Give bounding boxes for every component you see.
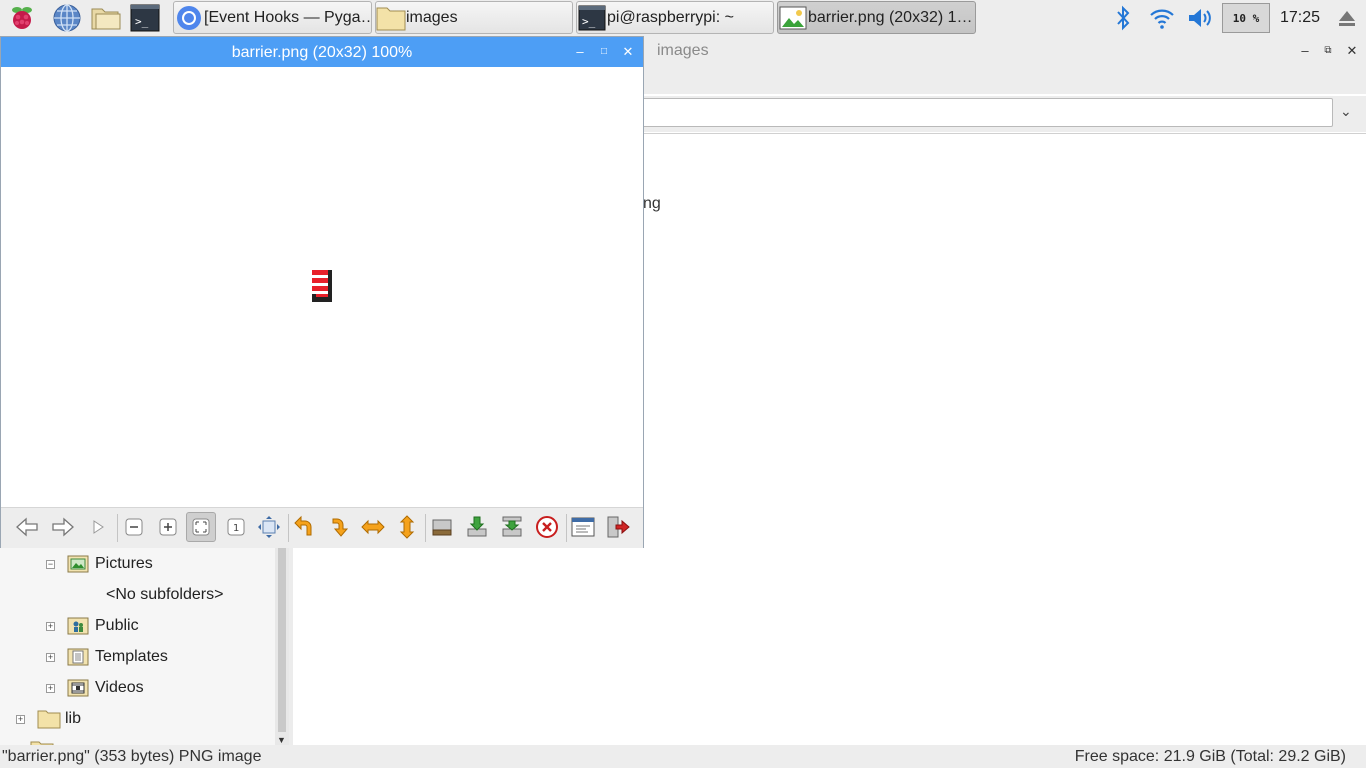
cpu-monitor[interactable]: 10 %	[1222, 3, 1270, 33]
tree-scrollbar[interactable]: ▼	[275, 548, 289, 745]
tree-item-label: <No subfolders>	[106, 586, 224, 603]
bluetooth-icon[interactable]	[1110, 3, 1136, 33]
rotate-left-icon[interactable]	[290, 512, 320, 542]
task-label: barrier.png (20x32) 1…	[808, 8, 973, 26]
minimize-icon[interactable]: –	[1298, 44, 1312, 58]
task-image-viewer[interactable]: barrier.png (20x32) 1…	[777, 1, 976, 34]
status-free-space: Free space: 21.9 GiB (Total: 29.2 GiB)	[1074, 748, 1346, 765]
delete-icon[interactable]	[532, 512, 562, 542]
expand-icon[interactable]: +	[46, 652, 55, 662]
zoom-fit-icon[interactable]	[186, 512, 216, 542]
tree-item-label: Public	[95, 617, 139, 634]
tree-item-partial[interactable]	[30, 737, 58, 745]
barrier-image	[312, 270, 332, 302]
preferences-icon[interactable]	[568, 512, 598, 542]
chromium-icon	[174, 3, 204, 33]
task-label: images	[406, 8, 458, 26]
svg-text:>_: >_	[582, 15, 596, 28]
web-browser-icon[interactable]	[52, 3, 82, 33]
tree-item-pictures[interactable]: − Pictures	[46, 551, 153, 577]
tree-item-label: lib	[65, 710, 82, 727]
close-icon[interactable]: ✕	[1345, 44, 1359, 58]
path-input[interactable]	[639, 98, 1333, 127]
task-folder-images[interactable]: images	[375, 1, 573, 34]
flip-vertical-icon[interactable]	[392, 512, 422, 542]
terminal-icon[interactable]: >_	[130, 3, 160, 33]
folder-tree[interactable]: − Pictures <No subfolders> + Public + Te…	[0, 548, 275, 745]
clock[interactable]: 17:25	[1280, 9, 1320, 27]
eject-icon[interactable]	[1334, 3, 1360, 33]
expand-icon[interactable]: +	[46, 683, 55, 693]
image-viewer-icon	[778, 3, 808, 33]
task-label: [Event Hooks — Pyga…	[204, 8, 371, 26]
tree-item-label: Pictures	[95, 555, 153, 572]
tree-item-lib[interactable]: + lib	[16, 706, 81, 732]
tree-item-templates[interactable]: + Templates	[46, 644, 168, 670]
task-browser[interactable]: [Event Hooks — Pyga…	[173, 1, 372, 34]
window-title: barrier.png (20x32) 100%	[231, 44, 413, 61]
window-title: images	[657, 42, 709, 59]
zoom-out-icon[interactable]	[119, 512, 149, 542]
file-list[interactable]	[643, 133, 1366, 746]
terminal-icon: >_	[577, 3, 607, 33]
open-file-icon[interactable]	[427, 512, 457, 542]
tree-item-videos[interactable]: + Videos	[46, 675, 144, 701]
tree-item-no-subfolders: <No subfolders>	[106, 582, 223, 608]
file-manager-menubar	[643, 66, 1366, 94]
public-folder-icon	[67, 616, 89, 636]
minimize-icon[interactable]: –	[573, 45, 587, 59]
close-icon[interactable]: ✕	[621, 45, 635, 59]
scroll-down-icon[interactable]: ▼	[277, 735, 286, 745]
volume-icon[interactable]	[1185, 3, 1215, 33]
restore-icon[interactable]: ⧉	[1321, 44, 1335, 58]
original-size-icon[interactable]: 1	[221, 512, 251, 542]
next-icon[interactable]	[48, 512, 78, 542]
task-label: pi@raspberrypi: ~	[607, 8, 734, 26]
image-viewer-window: barrier.png (20x32) 100% – □ ✕ 1	[0, 36, 644, 548]
flip-horizontal-icon[interactable]	[358, 512, 388, 542]
expand-icon[interactable]: +	[46, 621, 55, 631]
task-terminal[interactable]: >_ pi@raspberrypi: ~	[576, 1, 774, 34]
status-selection-info: "barrier.png" (353 bytes) PNG image	[2, 748, 262, 765]
file-item-label[interactable]: ng	[643, 195, 661, 213]
previous-icon[interactable]	[12, 512, 42, 542]
maximize-icon[interactable]: □	[597, 45, 611, 59]
path-bar: ⌄	[639, 96, 1366, 132]
taskbar: >_ [Event Hooks — Pyga… images >_ pi@ras…	[0, 0, 1366, 37]
tree-item-public[interactable]: + Public	[46, 613, 139, 639]
templates-folder-icon	[67, 647, 89, 667]
svg-text:>_: >_	[135, 15, 149, 28]
chevron-down-icon[interactable]: ⌄	[1340, 103, 1352, 120]
save-as-icon[interactable]	[497, 512, 527, 542]
slideshow-icon[interactable]	[83, 512, 113, 542]
folder-icon	[37, 709, 61, 729]
raspberry-menu-icon[interactable]	[7, 3, 37, 33]
cpu-usage-label: 10 %	[1232, 11, 1260, 25]
file-manager-titlebar[interactable]: images – ⧉ ✕	[643, 36, 1366, 66]
save-file-icon[interactable]	[462, 512, 492, 542]
image-canvas[interactable]	[1, 67, 643, 507]
videos-folder-icon	[67, 678, 89, 698]
tree-item-label: Templates	[95, 648, 168, 665]
pictures-folder-icon	[67, 554, 89, 574]
zoom-in-icon[interactable]	[153, 512, 183, 542]
file-manager-icon[interactable]	[90, 3, 121, 33]
fullscreen-icon[interactable]	[254, 512, 284, 542]
expand-icon[interactable]: +	[16, 714, 25, 724]
rotate-right-icon[interactable]	[324, 512, 354, 542]
svg-text:1: 1	[233, 523, 239, 534]
scrollbar-thumb[interactable]	[278, 548, 286, 732]
exit-icon[interactable]	[603, 512, 633, 542]
tree-item-label: Videos	[95, 679, 144, 696]
image-viewer-titlebar[interactable]: barrier.png (20x32) 100% – □ ✕	[1, 37, 643, 67]
image-viewer-toolbar: 1	[1, 507, 643, 548]
pane-divider[interactable]	[289, 548, 293, 745]
status-bar: "barrier.png" (353 bytes) PNG image Free…	[0, 745, 1366, 768]
wifi-icon[interactable]	[1148, 3, 1176, 33]
collapse-icon[interactable]: −	[46, 559, 55, 569]
folder-icon	[376, 3, 406, 33]
